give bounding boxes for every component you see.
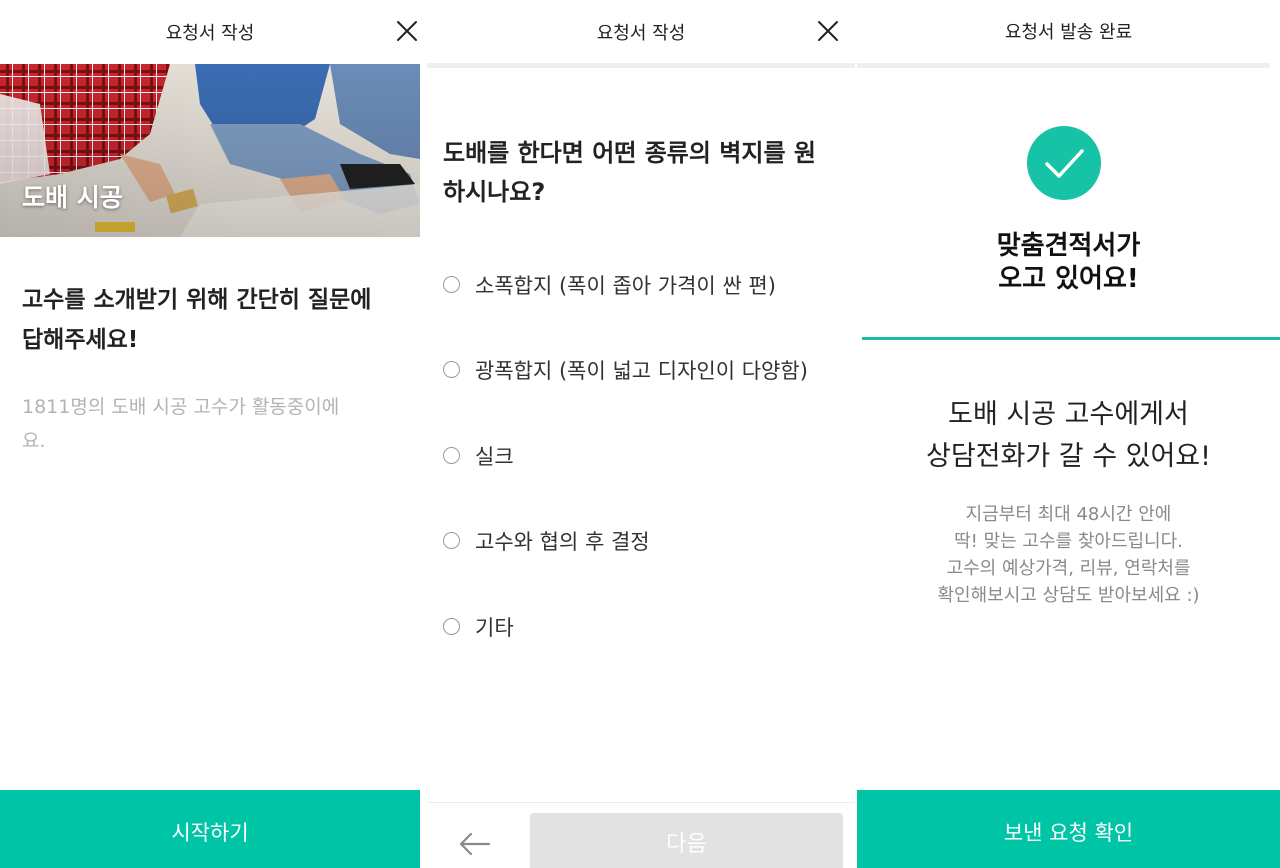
option-label: 고수와 협의 후 결정 bbox=[475, 530, 650, 554]
next-button[interactable]: 다음 bbox=[530, 813, 843, 868]
close-icon[interactable] bbox=[396, 20, 418, 42]
intro-screen: 요청서 작성 도배 시공 고수를 소개받기 위해 간단히 질문에 답해주세요! … bbox=[0, 0, 420, 868]
info-line: 확인해보시고 상담도 받아보세요 :) bbox=[937, 585, 1200, 606]
option-label: 소폭합지 (폭이 좁아 가격이 싼 편) bbox=[475, 274, 776, 298]
progress-bar bbox=[427, 63, 855, 68]
radio-button[interactable] bbox=[443, 618, 460, 635]
expert-count-line2: 요. bbox=[22, 430, 46, 452]
option-label: 실크 bbox=[475, 445, 514, 469]
hero-label: 도배 시공 bbox=[22, 183, 123, 212]
header-title: 요청서 작성 bbox=[165, 23, 255, 44]
option-other[interactable]: 기타 bbox=[443, 614, 843, 648]
option-label: 광폭합지 (폭이 넓고 디자인이 다양함) bbox=[475, 359, 808, 383]
question-screen: 요청서 작성 도배를 한다면 어떤 종류의 벽지를 원 하시나요? 소폭합지 (… bbox=[427, 0, 855, 868]
divider bbox=[862, 337, 1280, 340]
info-line: 딱! 맞는 고수를 찾아드립니다. bbox=[954, 531, 1183, 552]
call-message-line1: 도배 시공 고수에게서 bbox=[948, 399, 1189, 430]
complete-heading-line1: 맞춤견적서가 bbox=[996, 231, 1141, 261]
header-title: 요청서 발송 완료 bbox=[1004, 22, 1133, 43]
question-line1: 도배를 한다면 어떤 종류의 벽지를 원 bbox=[443, 139, 816, 167]
header: 요청서 작성 bbox=[427, 0, 855, 64]
complete-heading: 맞춤견적서가 오고 있어요! bbox=[857, 230, 1280, 296]
complete-heading-line2: 오고 있어요! bbox=[998, 264, 1139, 294]
bottom-nav: 다음 bbox=[427, 802, 855, 868]
option-label: 기타 bbox=[475, 616, 514, 640]
check-icon bbox=[1027, 126, 1101, 200]
radio-button[interactable] bbox=[443, 447, 460, 464]
intro-heading-line2: 답해주세요! bbox=[22, 327, 139, 353]
option-decide-later[interactable]: 고수와 협의 후 결정 bbox=[443, 528, 843, 562]
complete-screen: 요청서 발송 완료 맞춤견적서가 오고 있어요! 도배 시공 고수에게서 상담전… bbox=[857, 0, 1280, 868]
hero-image: 도배 시공 bbox=[0, 64, 420, 237]
radio-button[interactable] bbox=[443, 361, 460, 378]
expert-count-line1: 1811명의 도배 시공 고수가 활동중이에 bbox=[22, 396, 340, 418]
intro-heading-line1: 고수를 소개받기 위해 간단히 질문에 bbox=[22, 287, 372, 313]
option-wallpaper-wide[interactable]: 광폭합지 (폭이 넓고 디자인이 다양함) bbox=[443, 357, 843, 391]
question-text: 도배를 한다면 어떤 종류의 벽지를 원 하시나요? bbox=[443, 134, 843, 212]
option-wallpaper-narrow[interactable]: 소폭합지 (폭이 좁아 가격이 싼 편) bbox=[443, 272, 843, 306]
header: 요청서 작성 bbox=[0, 0, 420, 64]
header: 요청서 발송 완료 bbox=[857, 0, 1280, 64]
arrow-left-icon[interactable] bbox=[457, 829, 493, 859]
close-icon[interactable] bbox=[817, 20, 839, 42]
progress-bar bbox=[857, 63, 1270, 68]
call-message-line2: 상담전화가 갈 수 있어요! bbox=[926, 441, 1211, 472]
question-line2: 하시나요? bbox=[443, 178, 546, 206]
info-line: 고수의 예상가격, 리뷰, 연락처를 bbox=[946, 558, 1191, 579]
call-message: 도배 시공 고수에게서 상담전화가 갈 수 있어요! bbox=[857, 394, 1280, 478]
option-silk[interactable]: 실크 bbox=[443, 443, 843, 477]
info-text: 지금부터 최대 48시간 안에 딱! 맞는 고수를 찾아드립니다. 고수의 예상… bbox=[857, 501, 1280, 609]
expert-count-text: 1811명의 도배 시공 고수가 활동중이에 요. bbox=[22, 390, 402, 458]
info-line: 지금부터 최대 48시간 안에 bbox=[965, 504, 1172, 525]
header-title: 요청서 작성 bbox=[596, 23, 686, 44]
view-requests-button[interactable]: 보낸 요청 확인 bbox=[857, 790, 1280, 868]
intro-heading: 고수를 소개받기 위해 간단히 질문에 답해주세요! bbox=[22, 280, 412, 360]
radio-button[interactable] bbox=[443, 276, 460, 293]
radio-button[interactable] bbox=[443, 532, 460, 549]
start-button[interactable]: 시작하기 bbox=[0, 790, 420, 868]
